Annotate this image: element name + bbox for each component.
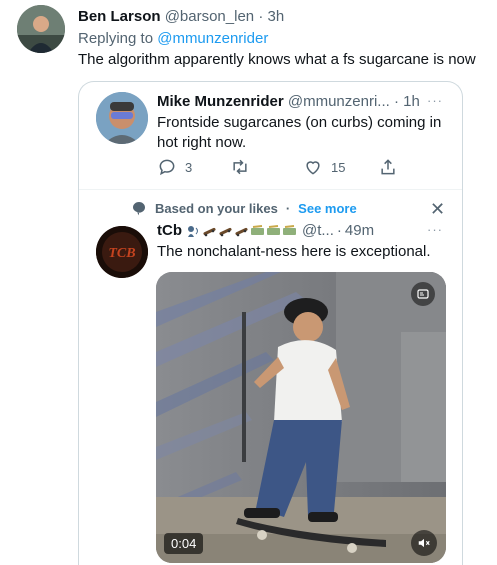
avatar-tcb[interactable]: TCB [96, 226, 148, 278]
timestamp[interactable]: 3h [267, 8, 284, 25]
money-emoji-icon [251, 224, 264, 235]
skateboard-emoji-icon [203, 227, 216, 236]
skateboard-emoji-icon [235, 227, 248, 236]
replying-handle-link[interactable]: @mmunzenrider [157, 30, 268, 47]
close-icon[interactable]: ✕ [430, 199, 445, 220]
gif-icon[interactable] [411, 282, 435, 306]
retweet-icon [233, 159, 247, 175]
quoted-author-handle[interactable]: @mmunzenri... [288, 93, 390, 110]
skateboard-emoji-icon [219, 227, 232, 236]
replying-to: Replying to @mmunzenrider [78, 30, 268, 47]
tcb-author-handle[interactable]: @t... [302, 222, 334, 239]
quoted-tweet-header: Mike Munzenrider @mmunzenri... · 1h [157, 93, 420, 110]
more-options-icon[interactable]: ··· [427, 93, 443, 108]
video-duration: 0:04 [164, 533, 204, 554]
like-count: 15 [331, 159, 346, 175]
avatar-ben-larson[interactable] [17, 5, 65, 53]
tcb-timestamp[interactable]: 49m [345, 222, 374, 239]
mute-button[interactable] [411, 530, 437, 556]
card-divider [79, 189, 462, 190]
separator-dot: · [336, 222, 342, 239]
see-more-link[interactable]: See more [298, 201, 357, 216]
reply-count: 3 [185, 159, 193, 175]
based-on-label: Based on your likes [155, 200, 278, 216]
separator-dot: · [258, 8, 264, 25]
separator-dot: · [393, 93, 399, 110]
retweet-button[interactable] [230, 157, 258, 177]
outer-tweet-header: Ben Larson @barson_len · 3h [78, 8, 284, 25]
author-handle[interactable]: @barson_len [165, 8, 254, 25]
author-name[interactable]: Ben Larson [78, 8, 161, 25]
tcb-tweet-header: tCb @t... · 49m [157, 222, 374, 239]
reply-button[interactable]: 3 [157, 157, 192, 177]
share-icon [381, 159, 395, 175]
chat-bubble-icon [133, 202, 145, 216]
video-player[interactable] [156, 272, 446, 563]
emoji-row [186, 224, 298, 237]
tcb-tweet-text: The nonchalant-ness here is exceptional. [157, 243, 431, 260]
recommendation-bar: Based on your likes · See more [131, 200, 357, 216]
tcb-author-name[interactable]: tCb [157, 222, 182, 239]
avatar-mike-munzenrider[interactable] [96, 92, 148, 144]
video-frame [156, 272, 446, 563]
share-button[interactable] [378, 157, 398, 177]
like-button[interactable]: 15 [303, 157, 345, 177]
money-emoji-icon [283, 224, 296, 235]
like-icon [306, 161, 320, 175]
quoted-tweet-text: Frontside sugarcanes (on curbs) coming i… [157, 114, 442, 151]
money-emoji-icon [267, 224, 280, 235]
more-options-icon[interactable]: ··· [427, 222, 443, 237]
quoted-author-name[interactable]: Mike Munzenrider [157, 93, 284, 110]
replying-label: Replying to [78, 30, 154, 47]
tweet-text: The algorithm apparently knows what a fs… [78, 51, 476, 68]
svg-text:TCB: TCB [108, 246, 135, 261]
reply-icon [159, 159, 175, 176]
separator-dot: · [285, 200, 291, 216]
quoted-timestamp[interactable]: 1h [403, 93, 420, 110]
mute-icon [418, 538, 430, 548]
speaker-emoji-icon [188, 225, 198, 237]
